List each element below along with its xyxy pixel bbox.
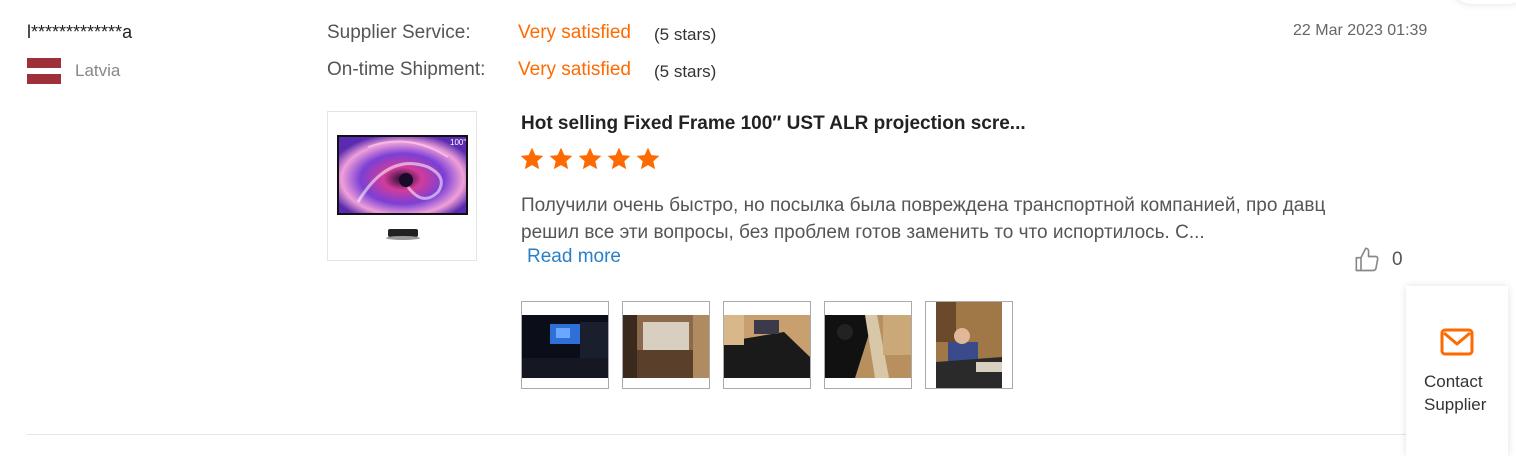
thumbs-up-icon — [1355, 247, 1379, 272]
review-photo[interactable] — [723, 301, 811, 389]
review-photo[interactable] — [521, 301, 609, 389]
supplier-service-value: Very satisfied — [518, 22, 631, 43]
envelope-icon — [1440, 328, 1474, 356]
star-icon — [636, 147, 660, 170]
shipment-value: Very satisfied — [518, 59, 631, 80]
shipment-label: On-time Shipment: — [327, 59, 486, 80]
review-photo-image — [926, 302, 1012, 388]
contact-supplier-button[interactable]: Contact Supplier — [1406, 286, 1508, 456]
product-title[interactable]: Hot selling Fixed Frame 100″ UST ALR pro… — [521, 113, 1026, 135]
like-count: 0 — [1392, 249, 1403, 270]
review-date: 22 Mar 2023 01:39 — [1293, 22, 1428, 39]
product-rating-stars — [519, 146, 661, 172]
size-badge: 100" — [450, 138, 466, 147]
reviewer-country: Latvia — [27, 58, 120, 84]
latvia-flag-icon — [27, 58, 61, 84]
review-photo[interactable] — [925, 301, 1013, 389]
scroll-top-button[interactable] — [1450, 0, 1516, 4]
product-image: 100" — [337, 135, 468, 240]
contact-supplier-label: Contact Supplier — [1424, 372, 1487, 414]
review-divider — [27, 434, 1407, 435]
star-icon — [607, 147, 631, 170]
review-text: Получили очень быстро, но посылка была п… — [521, 195, 1326, 243]
product-thumbnail[interactable]: 100" — [327, 111, 477, 261]
review-photo[interactable] — [622, 301, 710, 389]
like-button[interactable]: 0 — [1354, 246, 1403, 274]
supplier-service-stars: (5 stars) — [654, 25, 717, 44]
supplier-service-label: Supplier Service: — [327, 22, 471, 43]
country-name: Latvia — [75, 61, 121, 80]
read-more-link[interactable]: Read more — [527, 246, 621, 268]
star-icon — [549, 147, 573, 170]
review-photo-image — [724, 302, 810, 388]
reviewer-name: l*************a — [27, 22, 133, 42]
star-icon — [520, 147, 544, 170]
shipment-stars: (5 stars) — [654, 62, 717, 81]
star-icon — [578, 147, 602, 170]
review-photo-image — [825, 302, 911, 388]
review-photo-image — [623, 302, 709, 388]
review-photo-image — [522, 302, 608, 388]
review-photo[interactable] — [824, 301, 912, 389]
